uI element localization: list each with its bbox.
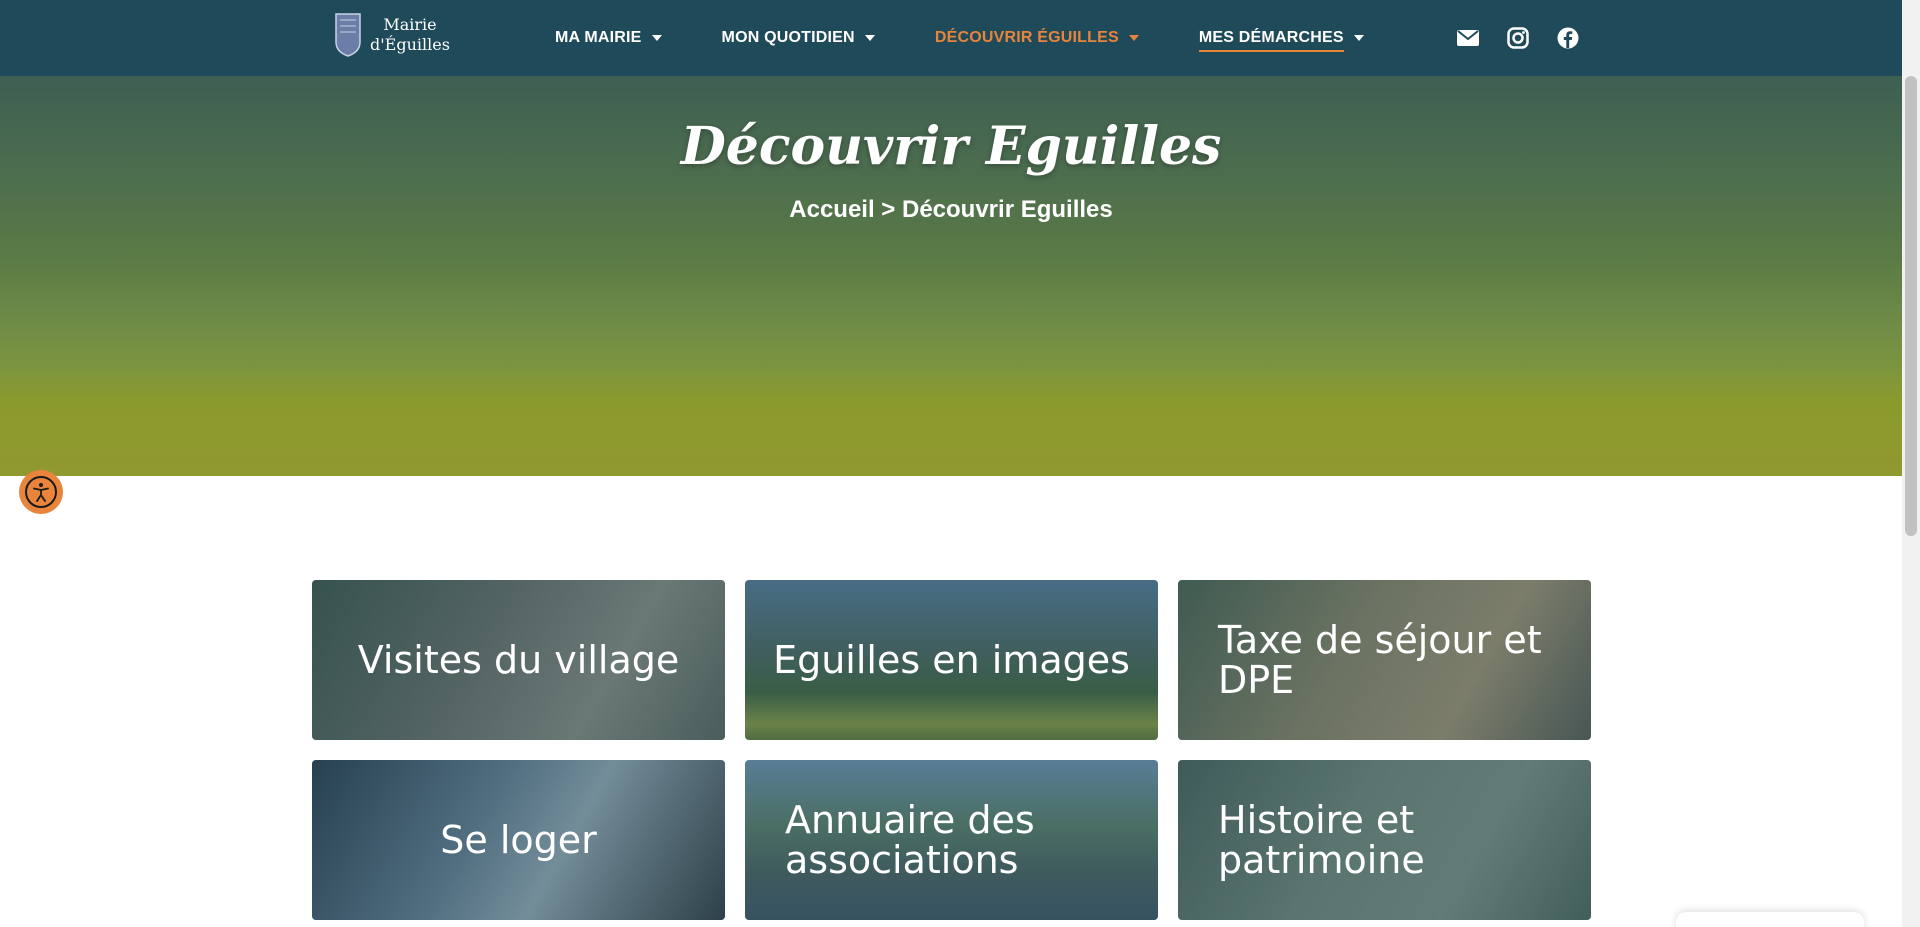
scrollbar-thumb[interactable] bbox=[1905, 76, 1917, 536]
facebook-icon[interactable] bbox=[1556, 26, 1580, 50]
hero-banner: Découvrir Eguilles Accueil > Découvrir E… bbox=[0, 76, 1902, 476]
nav-mes-demarches[interactable]: MES DÉMARCHES bbox=[1198, 24, 1364, 52]
accessibility-icon bbox=[25, 476, 57, 508]
instagram-icon[interactable] bbox=[1506, 26, 1530, 50]
logo-line-2: d'Éguilles bbox=[370, 35, 450, 54]
nav-mon-quotidien[interactable]: MON QUOTIDIEN bbox=[722, 29, 875, 47]
logo[interactable]: Mairie d'Éguilles bbox=[334, 12, 450, 58]
logo-line-1: Mairie bbox=[383, 15, 437, 34]
chat-widget[interactable] bbox=[1676, 912, 1864, 927]
tile-label: Taxe de séjour et DPE bbox=[1218, 618, 1542, 702]
caret-down-icon bbox=[1128, 35, 1139, 41]
page-title: Découvrir Eguilles bbox=[680, 116, 1222, 177]
nav-decouvrir-eguilles[interactable]: DÉCOUVRIR ÉGUILLES bbox=[935, 29, 1139, 47]
tile-eguilles-en-images[interactable]: Eguilles en images bbox=[745, 580, 1158, 740]
tile-label: Annuaire des associations bbox=[785, 798, 1035, 882]
tile-label: Eguilles en images bbox=[773, 638, 1130, 682]
nav-label: MES DÉMARCHES bbox=[1198, 29, 1344, 52]
tile-visites-du-village[interactable]: Visites du village bbox=[312, 580, 725, 740]
tile-annuaire-des-associations[interactable]: Annuaire des associations bbox=[745, 760, 1158, 920]
accessibility-button[interactable] bbox=[19, 470, 63, 514]
site-header: Mairie d'Éguilles MA MAIRIE MON QUOTIDIE… bbox=[0, 0, 1902, 76]
tiles-grid: Visites du village Eguilles en images Ta… bbox=[312, 580, 1592, 920]
main-nav: MA MAIRIE MON QUOTIDIEN DÉCOUVRIR ÉGUILL… bbox=[555, 0, 1424, 76]
tile-label: Se loger bbox=[440, 818, 597, 862]
tile-label: Histoire et patrimoine bbox=[1218, 798, 1425, 882]
scrollbar[interactable] bbox=[1902, 0, 1920, 927]
mail-icon[interactable] bbox=[1456, 26, 1480, 50]
tile-se-loger[interactable]: Se loger bbox=[312, 760, 725, 920]
logo-text: Mairie d'Éguilles bbox=[370, 15, 450, 55]
nav-label: MA MAIRIE bbox=[555, 29, 642, 46]
caret-down-icon bbox=[651, 35, 662, 41]
tile-label: Visites du village bbox=[357, 638, 680, 682]
caret-down-icon bbox=[864, 35, 875, 41]
tile-taxe-de-sejour[interactable]: Taxe de séjour et DPE bbox=[1178, 580, 1591, 740]
page: Mairie d'Éguilles MA MAIRIE MON QUOTIDIE… bbox=[0, 0, 1920, 927]
caret-down-icon bbox=[1353, 35, 1364, 41]
tile-histoire-et-patrimoine[interactable]: Histoire et patrimoine bbox=[1178, 760, 1591, 920]
social-links bbox=[1456, 26, 1580, 50]
nav-label: MON QUOTIDIEN bbox=[721, 29, 855, 46]
nav-label: DÉCOUVRIR ÉGUILLES bbox=[934, 29, 1119, 46]
breadcrumb[interactable]: Accueil > Découvrir Eguilles bbox=[0, 196, 1902, 224]
coat-of-arms-icon bbox=[335, 13, 361, 57]
nav-ma-mairie[interactable]: MA MAIRIE bbox=[555, 29, 662, 47]
